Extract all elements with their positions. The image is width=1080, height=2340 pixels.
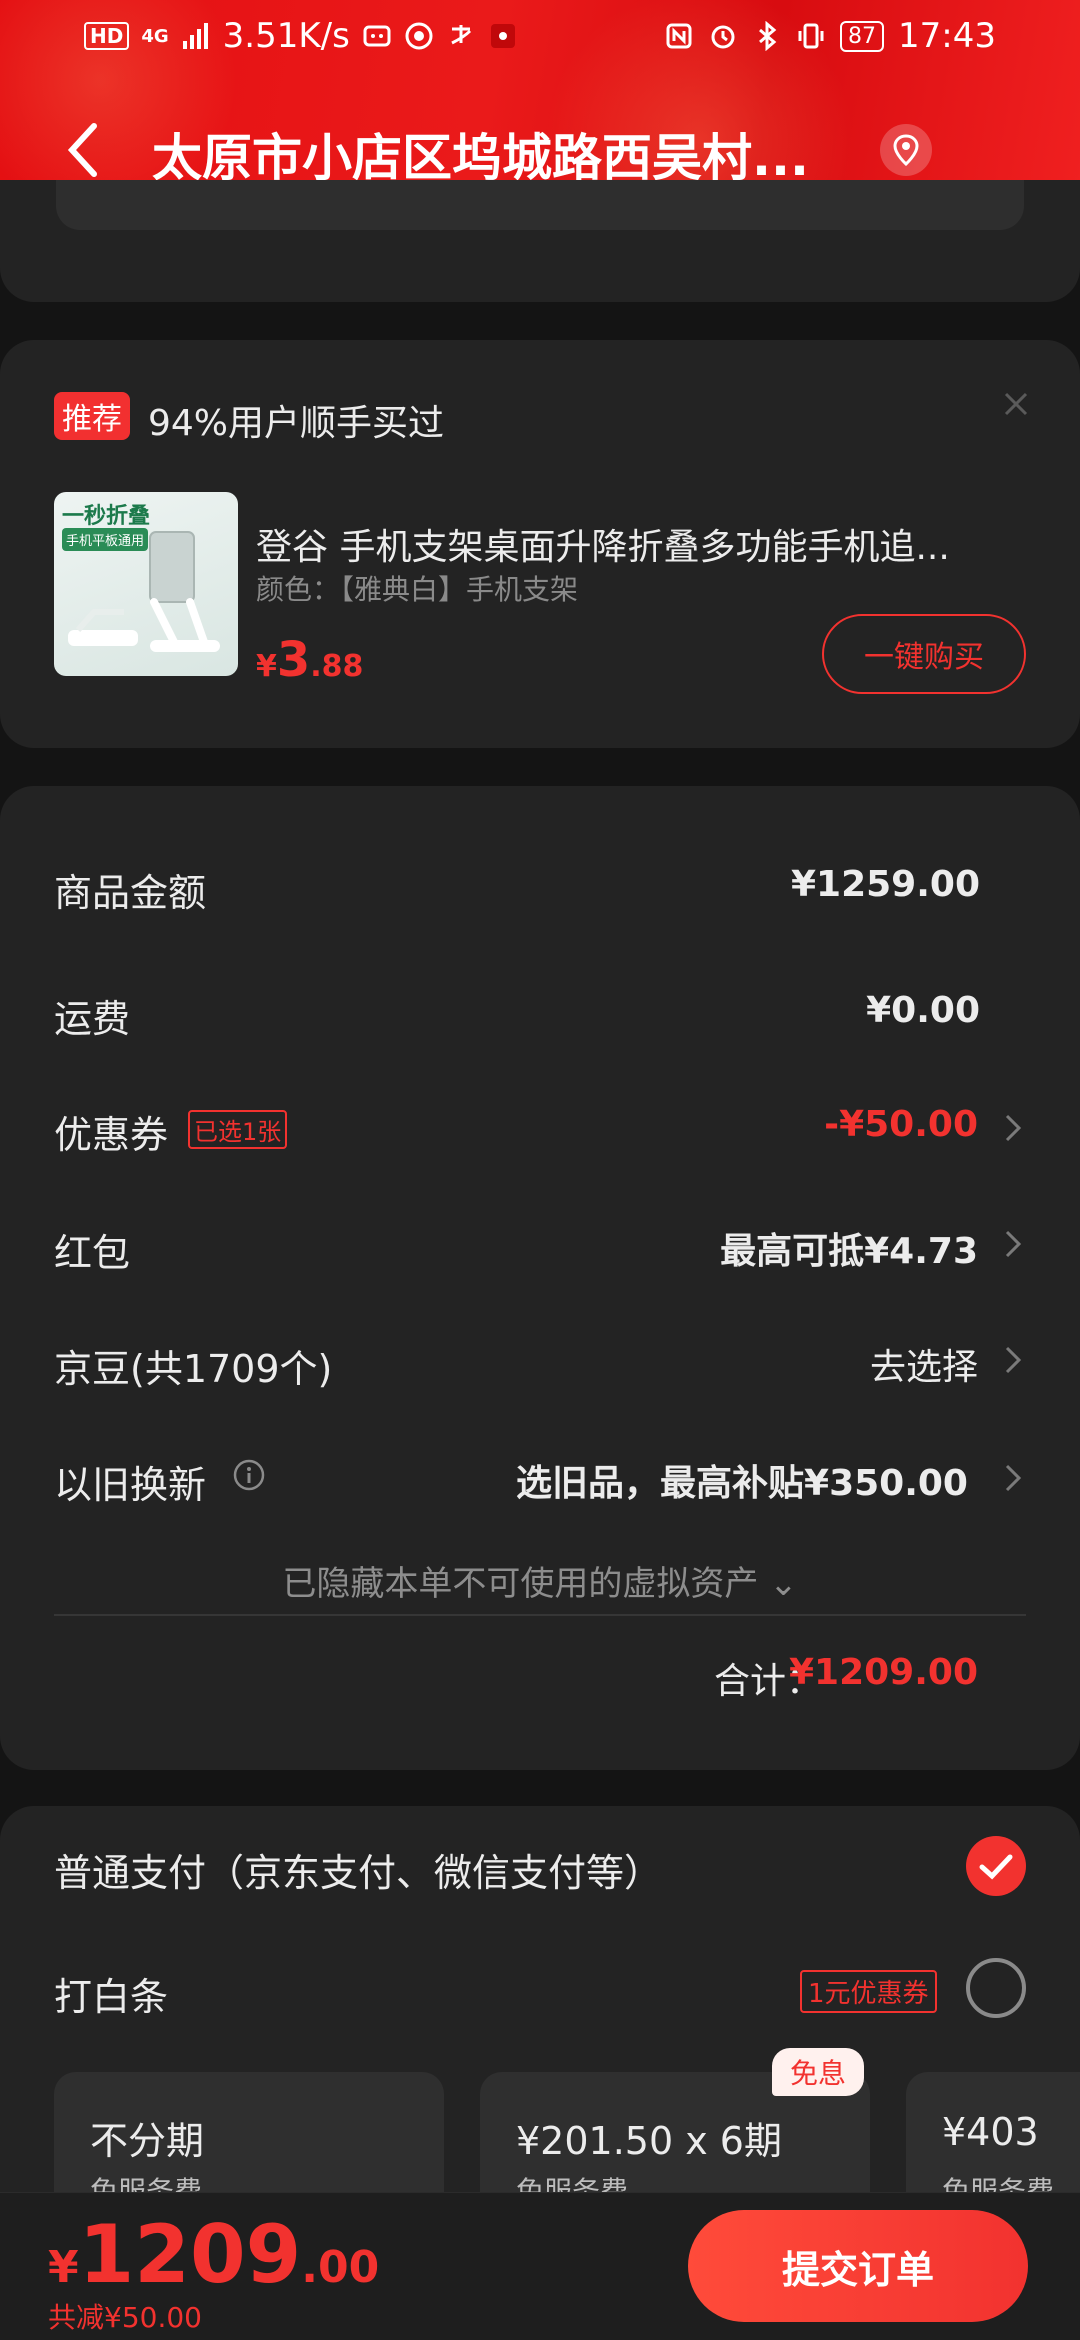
price-decimal: .00: [301, 2242, 380, 2293]
app-notification-icon: [405, 22, 433, 50]
total-saved: 共减¥50.00: [48, 2301, 202, 2334]
chevron-right-icon[interactable]: [1002, 1226, 1024, 1262]
info-icon[interactable]: [232, 1458, 266, 1492]
chevron-right-icon[interactable]: [1002, 1110, 1024, 1146]
location-pin-icon[interactable]: [880, 124, 932, 176]
address-card-bottom: [0, 180, 1080, 302]
installment-title: ¥201.50 x 6期: [516, 2119, 782, 2163]
price-integer: 3: [276, 632, 311, 688]
coupon-selected-badge: 已选1张: [188, 1110, 288, 1149]
status-bar: HD 4G 3.51K/s 87 17:43: [0, 0, 1080, 72]
signal-icon: [182, 23, 208, 49]
goods-amount-value: ¥1259.00: [790, 864, 980, 905]
total-value: ¥1209.00: [788, 1652, 978, 1693]
submit-order-button[interactable]: 提交订单: [688, 2210, 1028, 2322]
back-arrow-icon[interactable]: [56, 116, 116, 184]
recommend-tag: 推荐: [54, 392, 130, 440]
coupon-value[interactable]: -¥50.00: [824, 1104, 978, 1145]
one-click-buy-button[interactable]: 一键购买: [822, 614, 1026, 694]
nfc-icon: [666, 23, 692, 49]
chevron-right-icon[interactable]: [1002, 1460, 1024, 1496]
goods-amount-label: 商品金额: [54, 871, 207, 915]
baitiao-radio[interactable]: [966, 1958, 1026, 2018]
shipping-label: 运费: [54, 997, 131, 1041]
phone-stand-illustration: [68, 531, 220, 652]
baitiao-coupon-badge: 1元优惠券: [800, 1970, 937, 2013]
normal-payment-label[interactable]: 普通支付（京东支付、微信支付等）: [54, 1842, 662, 1897]
hd-indicator: HD: [84, 22, 130, 50]
jd-beans-label[interactable]: 京豆(共1709个): [54, 1338, 332, 1393]
price-currency: ¥: [48, 2242, 79, 2293]
product-image[interactable]: 一秒折叠 手机平板通用: [54, 492, 238, 676]
interest-free-tag: 免息: [772, 2048, 865, 2096]
red-packet-label[interactable]: 红包: [54, 1222, 130, 1277]
alipay-icon: [451, 25, 471, 45]
red-packet-value[interactable]: 最高可抵¥4.73: [720, 1222, 978, 1274]
network-speed: 3.51K/s: [222, 16, 350, 56]
app-notification-icon: [490, 24, 515, 48]
trade-in-label[interactable]: 以旧换新: [54, 1454, 206, 1509]
clock: 17:43: [898, 16, 996, 56]
app-notification-icon: [363, 25, 391, 47]
order-total-price: ¥1209.00: [48, 2208, 379, 2301]
close-icon[interactable]: [998, 386, 1034, 422]
selected-check-icon[interactable]: [966, 1836, 1026, 1896]
price-currency: ¥: [256, 649, 277, 684]
battery-indicator: 87: [840, 20, 885, 52]
card-strip: [56, 180, 1024, 230]
trade-in-value[interactable]: 选旧品，最高补贴¥350.00: [516, 1454, 968, 1506]
product-spec: 颜色：【雅典白】手机支架: [256, 573, 579, 606]
coupon-label[interactable]: 优惠券: [54, 1104, 168, 1159]
shipping-value: ¥0.00: [866, 990, 980, 1031]
baitiao-label[interactable]: 打白条: [54, 1966, 168, 2021]
bluetooth-icon: [759, 21, 777, 51]
product-name[interactable]: 登谷 手机支架桌面升降折叠多功能手机追...: [256, 518, 950, 570]
signal-label: 4G: [141, 25, 169, 47]
product-price: ¥3.88: [256, 632, 363, 688]
installment-title: 不分期: [90, 2119, 205, 2163]
jd-beans-value[interactable]: 去选择: [870, 1338, 978, 1390]
cost-summary-card: [0, 786, 1080, 1770]
chevron-right-icon[interactable]: [1002, 1342, 1024, 1378]
price-decimal: .88: [310, 649, 364, 684]
divider: [54, 1614, 1026, 1616]
installment-title: ¥403: [942, 2110, 1039, 2154]
vibrate-icon: [798, 23, 824, 49]
alarm-icon: [711, 25, 735, 49]
title-bar: 太原市小店区坞城路西吴村...: [0, 110, 1080, 190]
hidden-assets-toggle[interactable]: 已隐藏本单不可使用的虚拟资产 ⌄: [0, 1556, 1080, 1605]
price-integer: 1209: [78, 2208, 302, 2301]
recommend-title: 94%用户顺手买过: [148, 403, 445, 444]
